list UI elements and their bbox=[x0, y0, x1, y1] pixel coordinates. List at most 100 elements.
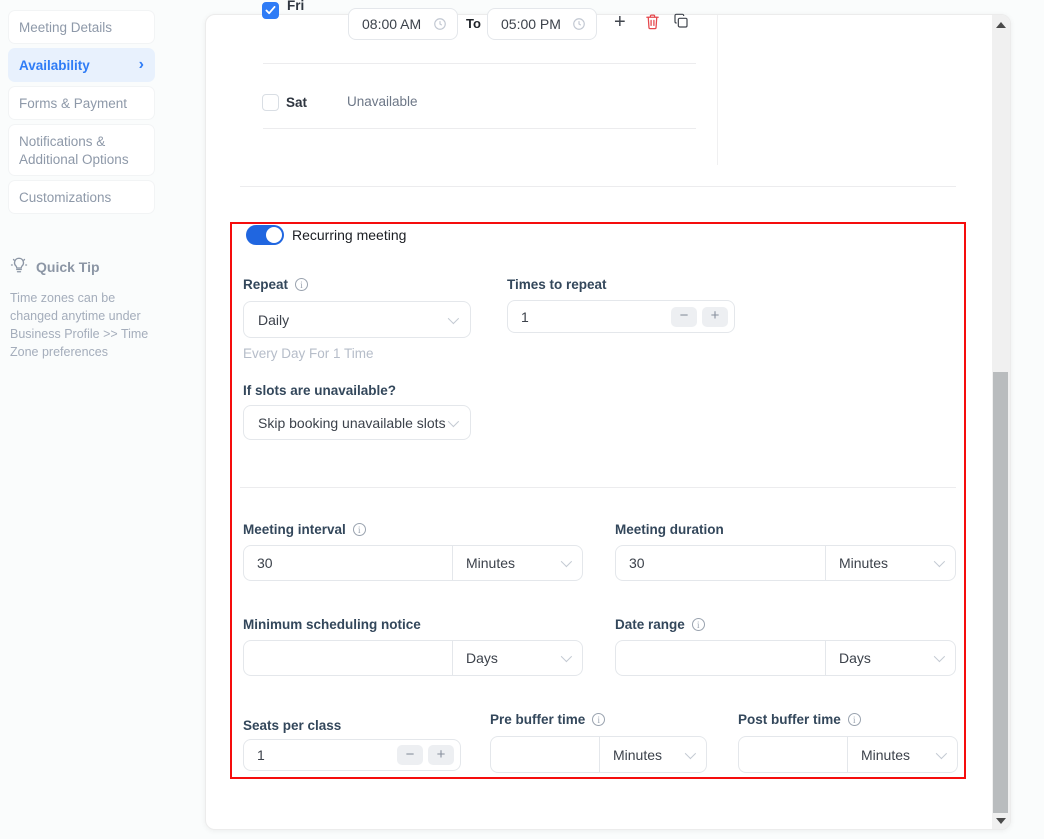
times-to-repeat-input[interactable] bbox=[521, 309, 666, 325]
start-time-input[interactable] bbox=[348, 8, 458, 40]
quick-tip-title: Quick Tip bbox=[36, 259, 100, 275]
availability-settings-page: Meeting Details Availability › Forms & P… bbox=[0, 0, 1044, 839]
repeat-select-value: Daily bbox=[258, 312, 289, 328]
chevron-down-icon bbox=[934, 651, 945, 662]
sidebar-item-notifications[interactable]: Notifications & Additional Options bbox=[8, 124, 155, 176]
row-divider bbox=[263, 63, 696, 64]
info-icon[interactable]: i bbox=[353, 523, 366, 536]
to-label: To bbox=[466, 16, 481, 31]
section-divider bbox=[240, 186, 956, 187]
min-notice-unit-select[interactable]: Days bbox=[452, 641, 582, 675]
sidebar-item-customizations[interactable]: Customizations bbox=[8, 180, 155, 214]
sidebar-item-label: Meeting Details bbox=[19, 20, 112, 35]
post-buffer-label: Post buffer time i bbox=[738, 712, 861, 727]
pre-buffer-label: Pre buffer time i bbox=[490, 712, 605, 727]
plus-button[interactable]: + bbox=[702, 307, 728, 327]
quick-tip-header: Quick Tip bbox=[10, 256, 156, 277]
copy-icon bbox=[673, 13, 689, 29]
sidebar-item-meeting-details[interactable]: Meeting Details bbox=[8, 10, 155, 44]
sidebar-item-availability[interactable]: Availability › bbox=[8, 48, 155, 82]
seats-per-class-input[interactable] bbox=[257, 747, 392, 763]
min-notice-input[interactable] bbox=[244, 641, 452, 675]
chevron-right-icon: › bbox=[139, 57, 144, 73]
sidebar-item-label: Forms & Payment bbox=[19, 96, 127, 111]
sat-checkbox[interactable] bbox=[262, 94, 279, 111]
lightbulb-icon bbox=[10, 256, 28, 277]
info-icon[interactable]: i bbox=[848, 713, 861, 726]
if-slots-label: If slots are unavailable? bbox=[243, 383, 396, 398]
pre-buffer-unit-select[interactable]: Minutes bbox=[599, 737, 706, 772]
meeting-duration-unit-select[interactable]: Minutes bbox=[825, 546, 955, 580]
quick-tip-panel: Quick Tip Time zones can be changed anyt… bbox=[10, 256, 156, 362]
info-icon[interactable]: i bbox=[692, 618, 705, 631]
scroll-up-icon[interactable] bbox=[996, 22, 1006, 28]
check-icon bbox=[265, 6, 276, 15]
min-notice-label: Minimum scheduling notice bbox=[243, 617, 421, 632]
date-range-input[interactable] bbox=[616, 641, 825, 675]
sidebar-item-label: Customizations bbox=[19, 190, 111, 205]
sidebar-item-label: Availability bbox=[19, 58, 90, 73]
info-icon[interactable]: i bbox=[592, 713, 605, 726]
post-buffer-group: Minutes bbox=[738, 736, 958, 773]
post-buffer-input[interactable] bbox=[739, 737, 847, 772]
pre-buffer-input[interactable] bbox=[491, 737, 599, 772]
chevron-down-icon bbox=[561, 556, 572, 567]
repeat-select[interactable]: Daily bbox=[243, 301, 471, 338]
seats-per-class-label: Seats per class bbox=[243, 718, 341, 733]
if-slots-select-value: Skip booking unavailable slots bbox=[258, 415, 446, 431]
section-divider bbox=[240, 487, 956, 488]
seats-per-class-stepper: − + bbox=[243, 739, 461, 771]
fri-label: Fri bbox=[287, 0, 304, 13]
date-range-label: Date range i bbox=[615, 617, 705, 632]
minus-button[interactable]: − bbox=[397, 745, 423, 765]
chevron-down-icon bbox=[448, 415, 459, 426]
chevron-down-icon bbox=[936, 747, 947, 758]
end-time-input[interactable] bbox=[487, 8, 597, 40]
plus-button[interactable]: + bbox=[428, 745, 454, 765]
recurring-meeting-toggle[interactable] bbox=[246, 225, 284, 245]
sat-label: Sat bbox=[286, 95, 307, 110]
quick-tip-text: Time zones can be changed anytime under … bbox=[10, 289, 156, 362]
add-time-slot-button[interactable]: + bbox=[614, 12, 626, 32]
trash-icon bbox=[644, 13, 661, 30]
meeting-interval-input[interactable] bbox=[244, 546, 452, 580]
date-range-group: Days bbox=[615, 640, 956, 676]
repeat-label: Repeat i bbox=[243, 277, 308, 292]
min-notice-group: Days bbox=[243, 640, 583, 676]
meeting-duration-group: Minutes bbox=[615, 545, 956, 581]
if-slots-select[interactable]: Skip booking unavailable slots bbox=[243, 405, 471, 440]
clock-icon bbox=[433, 17, 447, 31]
chevron-down-icon bbox=[685, 747, 696, 758]
sat-status: Unavailable bbox=[347, 94, 418, 109]
meeting-interval-unit-select[interactable]: Minutes bbox=[452, 546, 582, 580]
times-to-repeat-stepper: − + bbox=[507, 300, 735, 333]
meeting-duration-input[interactable] bbox=[616, 546, 825, 580]
copy-time-slot-button[interactable] bbox=[673, 13, 689, 31]
scrollbar-thumb[interactable] bbox=[993, 372, 1008, 813]
start-time-value[interactable] bbox=[362, 16, 432, 32]
end-time-value[interactable] bbox=[501, 16, 571, 32]
clock-icon bbox=[572, 17, 586, 31]
pre-buffer-group: Minutes bbox=[490, 736, 707, 773]
times-to-repeat-label: Times to repeat bbox=[507, 277, 607, 292]
recurring-meeting-label: Recurring meeting bbox=[292, 227, 406, 243]
sidebar-item-label: Notifications & Additional Options bbox=[19, 133, 144, 169]
column-divider bbox=[717, 15, 718, 165]
delete-time-slot-button[interactable] bbox=[644, 13, 661, 32]
repeat-helper-text: Every Day For 1 Time bbox=[243, 346, 374, 361]
meeting-interval-group: Minutes bbox=[243, 545, 583, 581]
chevron-down-icon bbox=[448, 312, 459, 323]
chevron-down-icon bbox=[934, 556, 945, 567]
toggle-knob bbox=[266, 227, 282, 243]
meeting-interval-label: Meeting interval i bbox=[243, 522, 366, 537]
row-divider bbox=[263, 128, 696, 129]
info-icon[interactable]: i bbox=[295, 278, 308, 291]
sidebar-item-forms-payment[interactable]: Forms & Payment bbox=[8, 86, 155, 120]
scroll-down-icon[interactable] bbox=[996, 818, 1006, 824]
date-range-unit-select[interactable]: Days bbox=[825, 641, 955, 675]
post-buffer-unit-select[interactable]: Minutes bbox=[847, 737, 957, 772]
meeting-duration-label: Meeting duration bbox=[615, 522, 724, 537]
chevron-down-icon bbox=[561, 651, 572, 662]
minus-button[interactable]: − bbox=[671, 307, 697, 327]
fri-checkbox[interactable] bbox=[262, 2, 279, 19]
